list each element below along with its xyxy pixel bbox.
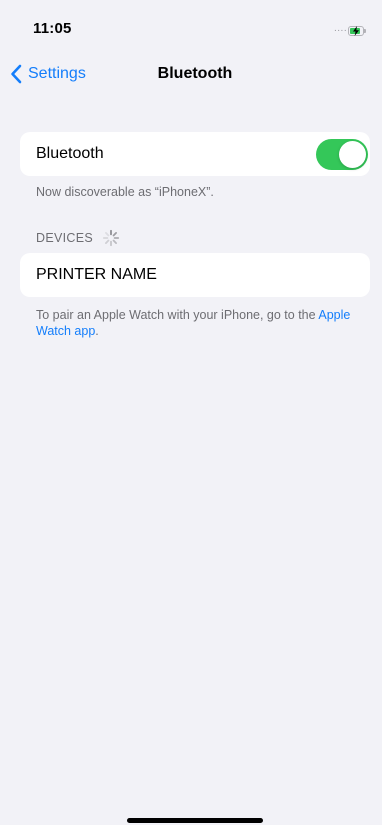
- devices-list: PRINTER NAME: [20, 253, 370, 297]
- device-row[interactable]: PRINTER NAME: [20, 253, 370, 297]
- devices-section-header: DEVICES: [36, 229, 120, 247]
- status-bar: 11:05 ....: [0, 0, 382, 44]
- bluetooth-toggle-switch[interactable]: [316, 138, 368, 170]
- spinner-icon: [102, 229, 120, 247]
- pairing-note: To pair an Apple Watch with your iPhone,…: [36, 307, 361, 339]
- toggle-knob: [339, 140, 366, 168]
- pairing-note-trailing: .: [95, 324, 99, 338]
- battery-icon: [348, 26, 366, 36]
- bluetooth-toggle-label: Bluetooth: [36, 145, 104, 162]
- pairing-note-text: To pair an Apple Watch with your iPhone,…: [36, 308, 319, 322]
- status-time: 11:05: [33, 20, 72, 37]
- discoverable-text: Now discoverable as “iPhoneX”.: [36, 185, 214, 199]
- devices-header-label: DEVICES: [36, 231, 93, 245]
- signal-icon: ....: [334, 23, 348, 34]
- bluetooth-toggle-group: Bluetooth: [20, 132, 370, 176]
- home-indicator[interactable]: [127, 818, 263, 823]
- page-title: Bluetooth: [157, 65, 233, 82]
- bluetooth-toggle-row: Bluetooth: [20, 132, 370, 176]
- charging-bolt-icon: [353, 26, 359, 36]
- navigation-bar: Settings Bluetooth: [0, 52, 382, 96]
- device-name: PRINTER NAME: [36, 266, 157, 283]
